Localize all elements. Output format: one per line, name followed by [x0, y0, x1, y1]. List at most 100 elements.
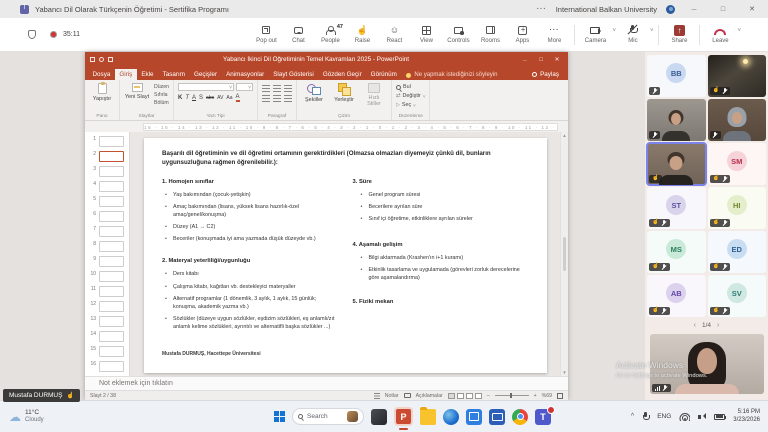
battery-icon[interactable] [714, 414, 725, 420]
shadow-button[interactable]: S [199, 95, 203, 101]
change-case-button[interactable]: Aa [226, 95, 232, 101]
undo-icon[interactable] [99, 57, 104, 62]
share-button[interactable]: Share [663, 25, 695, 45]
replace-button[interactable]: ⇄Değiştir˅ [396, 93, 425, 99]
tab-gozden-gecir[interactable]: Gözden Geçir [318, 69, 366, 81]
share-ppt-button[interactable]: Paylaş [526, 69, 565, 80]
numbering-icon[interactable] [273, 85, 281, 92]
bullets-icon[interactable] [262, 85, 270, 92]
slide-thumbnail[interactable]: 9 [88, 256, 126, 267]
font-size-select[interactable] [236, 83, 253, 91]
controls-button[interactable]: Controls [442, 25, 474, 45]
popout-button[interactable]: Pop out [250, 25, 282, 45]
slide-thumbnail[interactable]: 11 [88, 286, 126, 297]
notes-icon[interactable] [374, 393, 380, 399]
slide-thumbnail[interactable]: 12 [88, 301, 126, 312]
tab-dosya[interactable]: Dosya [88, 69, 115, 81]
participant-tile[interactable]: HI [708, 187, 767, 229]
tab-gecisler[interactable]: Geçişler [189, 69, 221, 81]
slide-thumbnail[interactable]: 8 [88, 241, 126, 252]
slide-thumbnail[interactable]: 5 [88, 196, 126, 207]
raise-hand-button[interactable]: ☝Raise [346, 25, 378, 45]
store-icon[interactable] [466, 409, 482, 425]
close-button[interactable] [742, 5, 762, 13]
teams-taskbar-icon[interactable]: T [535, 409, 551, 425]
slide-thumbnail[interactable]: 2 [88, 151, 126, 162]
notes-toggle[interactable]: Notlar [385, 393, 399, 399]
participant-tile[interactable]: ED [708, 231, 767, 273]
comments-toggle[interactable]: Açıklamalar [416, 393, 443, 399]
view-buttons[interactable] [448, 393, 482, 399]
taskbar-photo-app[interactable] [371, 409, 387, 425]
participant-tile[interactable]: ST [647, 187, 706, 229]
maximize-button[interactable] [713, 6, 733, 13]
more-button[interactable]: More [538, 25, 570, 45]
file-explorer-icon[interactable] [420, 409, 436, 425]
new-slide-button[interactable]: Yeni Slayt [124, 83, 150, 100]
tray-mic-icon[interactable] [642, 412, 649, 421]
people-button[interactable]: 47People [314, 25, 346, 45]
start-button[interactable] [274, 411, 285, 422]
align-left-icon[interactable] [262, 95, 270, 102]
scroll-up-icon[interactable]: ▲ [562, 133, 566, 138]
view-button[interactable]: View [410, 25, 442, 45]
participant-video-tile[interactable] [647, 99, 706, 141]
rooms-button[interactable]: Rooms [474, 25, 506, 45]
select-button[interactable]: ▷Seç˅ [396, 102, 416, 108]
tab-giris[interactable]: Giriş [115, 69, 137, 81]
camera-button[interactable]: Camera [579, 25, 611, 45]
quick-styles-button[interactable]: Hızlı Stiller [361, 83, 387, 107]
ppt-close-button[interactable] [551, 56, 563, 63]
tray-expand-icon[interactable]: ^ [631, 413, 634, 420]
reset-button[interactable]: Sıfırla [154, 92, 169, 98]
edge-icon[interactable] [443, 409, 459, 425]
font-name-select[interactable] [178, 83, 234, 91]
underline-button[interactable]: A [192, 95, 196, 101]
slide-thumbnail[interactable]: 1 [88, 136, 126, 147]
arrange-button[interactable]: Yerleştir [331, 83, 357, 103]
tab-tasarim[interactable]: Tasarım [158, 69, 189, 81]
slide-thumbnails-panel[interactable]: 12345678910111213141516 [85, 132, 130, 376]
zoom-out-button[interactable]: – [487, 393, 490, 399]
layout-button[interactable]: Düzen [154, 84, 169, 90]
taskbar-powerpoint-active[interactable]: P [394, 407, 413, 426]
pager-next-icon[interactable]: › [717, 322, 719, 329]
italic-button[interactable]: T [185, 95, 189, 101]
minimize-button[interactable] [684, 6, 704, 13]
slide-thumbnail[interactable]: 6 [88, 211, 126, 222]
search-box[interactable]: Search [292, 408, 364, 425]
save-icon[interactable] [90, 57, 95, 62]
zoom-in-button[interactable]: + [534, 393, 537, 399]
clock[interactable]: 5:16 PM3/23/2026 [733, 409, 760, 424]
camera-chevron-icon[interactable] [612, 25, 616, 34]
bold-button[interactable]: K [178, 95, 182, 101]
avatar[interactable] [666, 5, 675, 14]
outlook-icon[interactable] [489, 409, 505, 425]
language-indicator[interactable]: ENG [657, 413, 671, 420]
slide-thumbnail[interactable]: 14 [88, 331, 126, 342]
tab-ekle[interactable]: Ekle [137, 69, 158, 81]
more-options-icon[interactable] [537, 6, 547, 13]
zoom-slider[interactable] [495, 395, 529, 396]
slide-thumbnail[interactable]: 3 [88, 166, 126, 177]
participant-video-tile[interactable] [708, 55, 767, 97]
section-button[interactable]: Bölüm [154, 100, 169, 106]
wifi-icon[interactable] [679, 413, 690, 421]
find-button[interactable]: Bul [396, 84, 411, 90]
chrome-icon[interactable] [512, 409, 528, 425]
align-right-icon[interactable] [284, 95, 292, 102]
participant-video-tile[interactable] [708, 99, 767, 141]
participant-tile[interactable]: AB [647, 275, 706, 317]
tab-animasyonlar[interactable]: Animasyonlar [222, 69, 269, 81]
paste-button[interactable]: Yapıştır [89, 83, 115, 102]
slide-thumbnail[interactable]: 15 [88, 346, 126, 357]
vertical-scrollbar[interactable]: ▲▼ [560, 132, 568, 376]
scroll-down-icon[interactable]: ▼ [562, 370, 566, 375]
shapes-button[interactable]: Şekiller [301, 83, 327, 103]
tab-slayt-gosterisi[interactable]: Slayt Gösterisi [269, 69, 319, 81]
align-center-icon[interactable] [273, 95, 281, 102]
tab-gorunum[interactable]: Görünüm [366, 69, 401, 81]
slideshow-icon[interactable] [108, 57, 113, 62]
fit-slide-icon[interactable] [557, 393, 563, 399]
pager-prev-icon[interactable]: ‹ [694, 322, 696, 329]
